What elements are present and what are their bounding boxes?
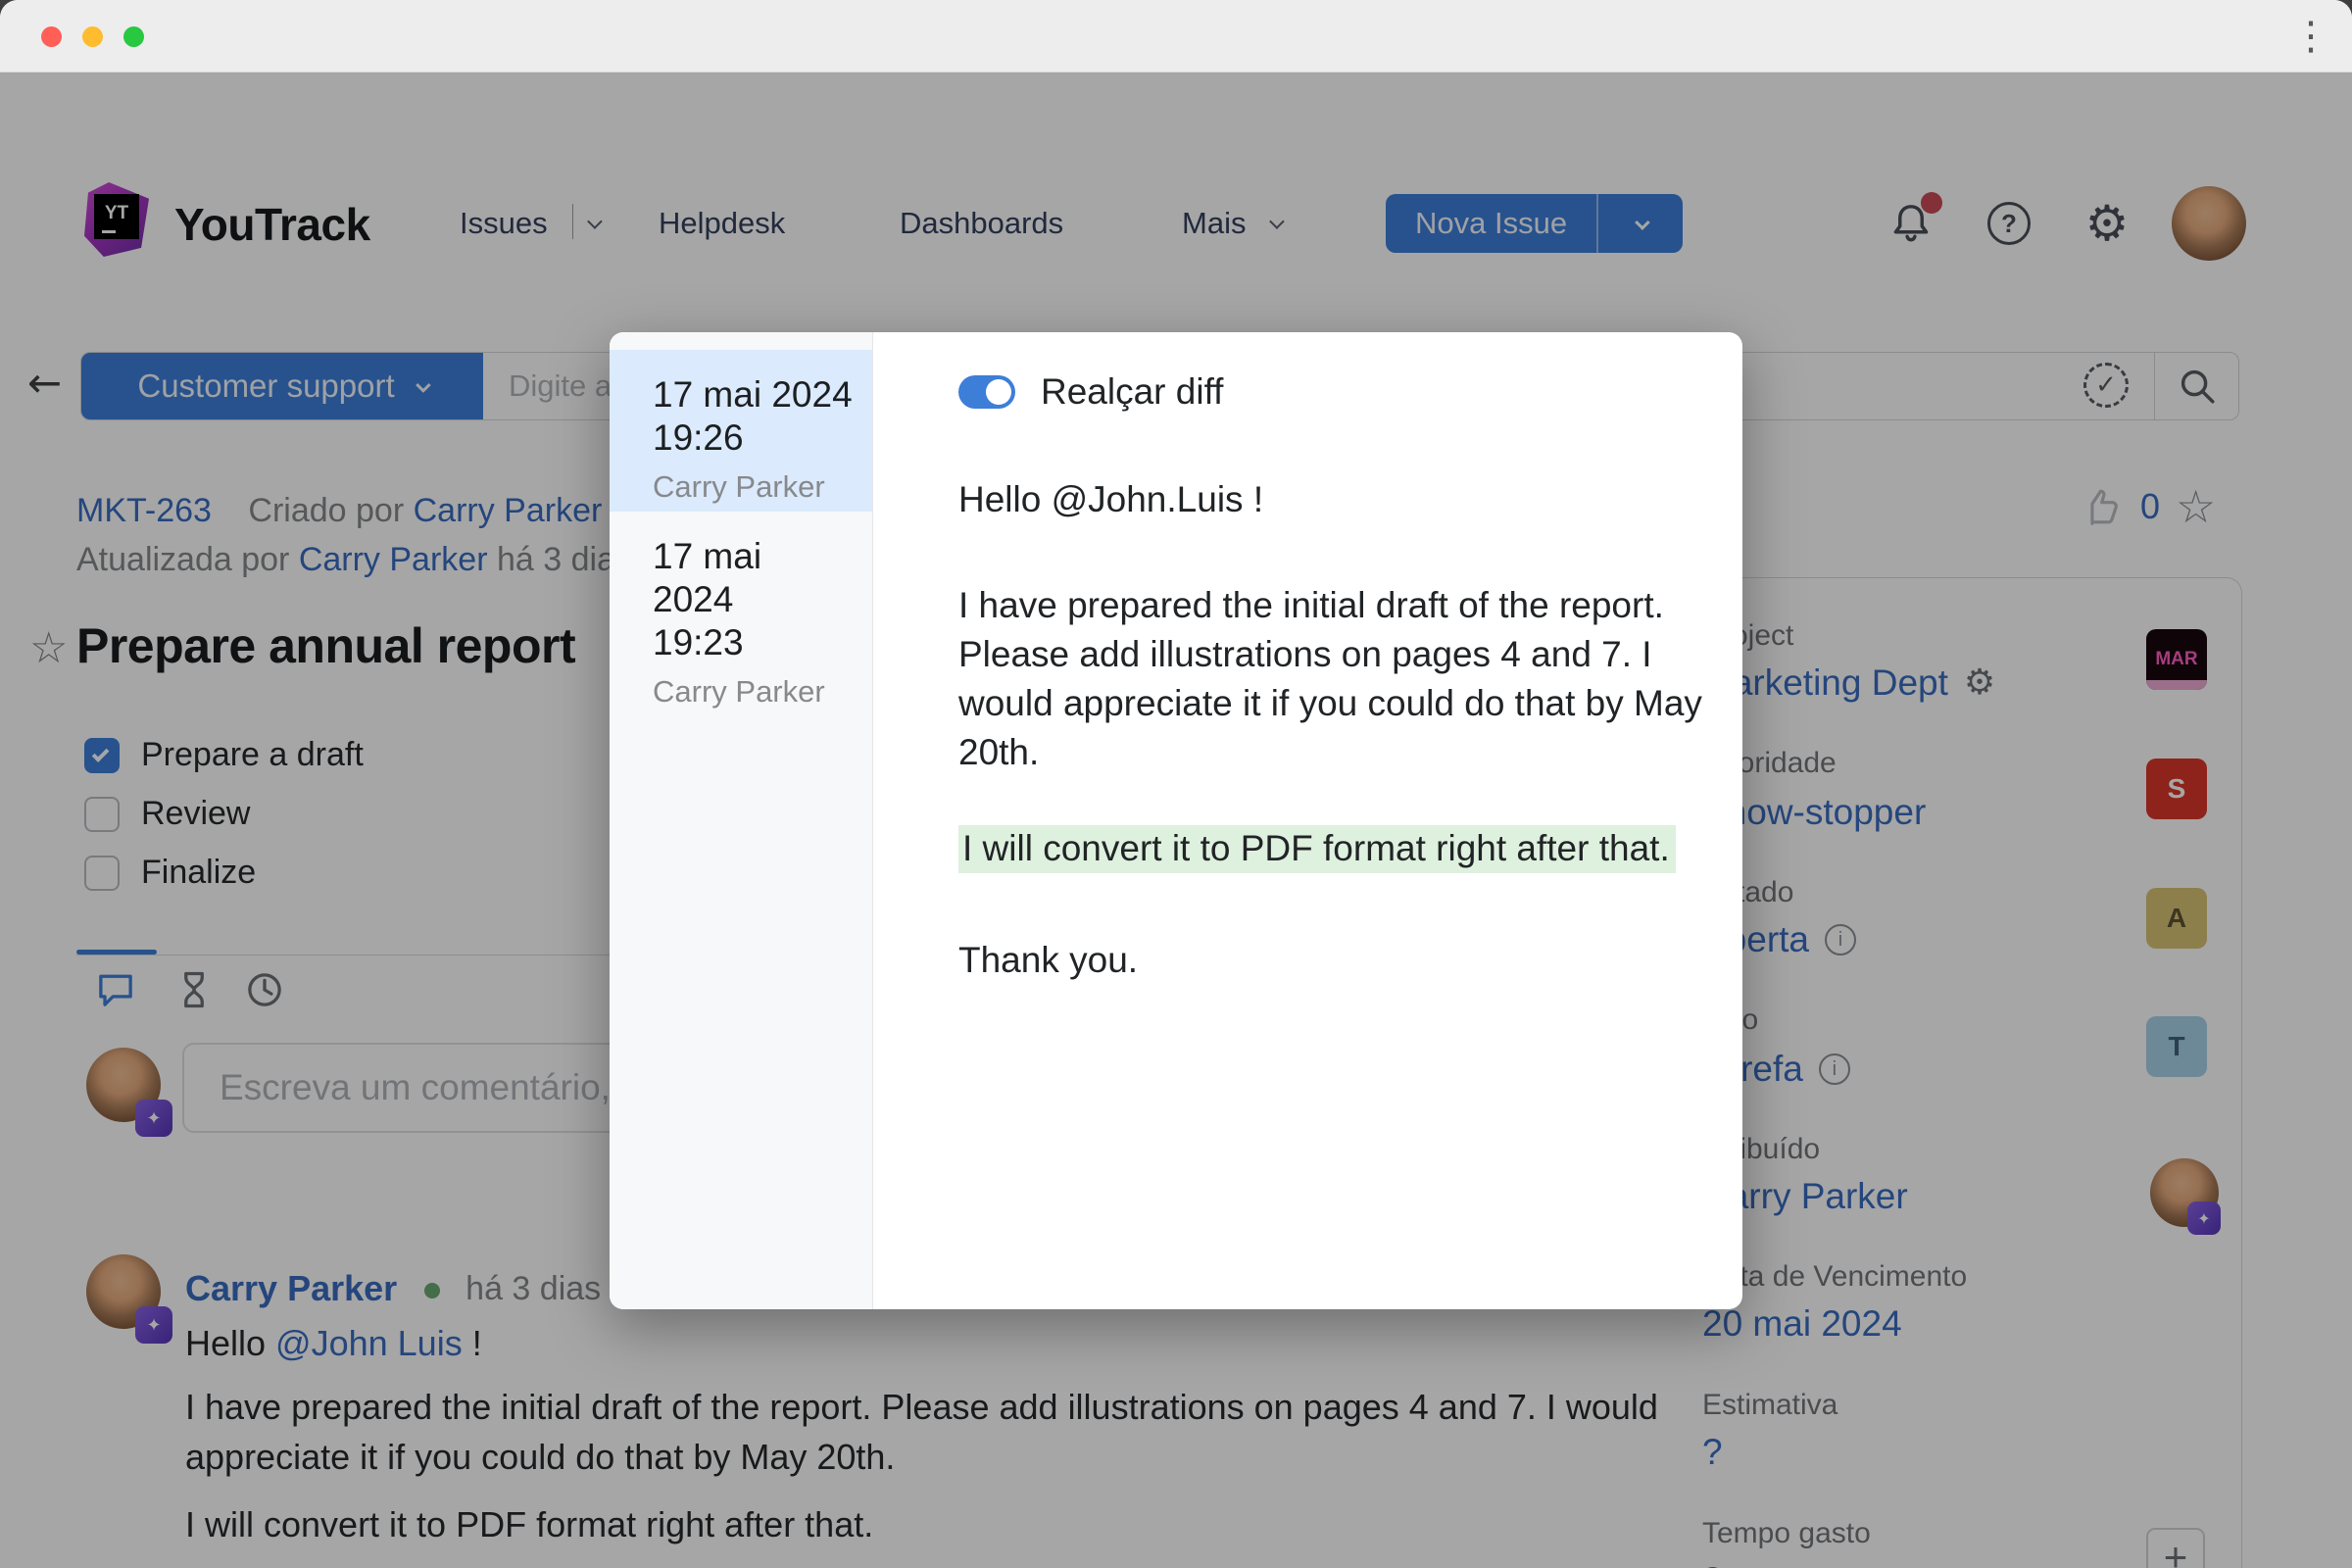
preview-paragraph: I have prepared the initial draft of the… — [958, 581, 1703, 777]
kebab-menu-icon[interactable]: ⋮ — [2291, 14, 2330, 59]
version-date: 17 mai 2024 — [653, 373, 855, 416]
version-date: 17 mai — [653, 535, 855, 578]
minimize-window-button[interactable] — [82, 26, 103, 47]
preview-added-paragraph: I will convert it to PDF format right af… — [958, 822, 1703, 875]
diff-added-highlight: I will convert it to PDF format right af… — [958, 825, 1676, 873]
window-titlebar: ⋮ — [0, 0, 2352, 73]
version-item-selected[interactable]: 17 mai 2024 19:26 Carry Parker — [610, 350, 872, 512]
close-window-button[interactable] — [41, 26, 62, 47]
version-item[interactable]: 17 mai 2024 19:23 Carry Parker — [610, 512, 872, 710]
comment-history-modal: 17 mai 2024 19:26 Carry Parker 17 mai 20… — [610, 332, 1742, 1309]
version-author: Carry Parker — [653, 674, 855, 710]
highlight-diff-toggle[interactable] — [958, 375, 1015, 409]
preview-greeting: Hello @John.Luis ! — [958, 479, 1703, 520]
version-time: 19:26 — [653, 416, 855, 460]
version-list: 17 mai 2024 19:26 Carry Parker 17 mai 20… — [610, 332, 873, 1309]
app-window: ⋮ YT YouTrack Issues Helpdesk Dashboards… — [0, 0, 2352, 1568]
version-date: 2024 — [653, 578, 855, 621]
version-author: Carry Parker — [653, 469, 855, 505]
diff-toggle-row: Realçar diff — [958, 375, 1703, 409]
toggle-knob — [986, 379, 1011, 405]
version-preview: Realçar diff Hello @John.Luis ! I have p… — [873, 332, 1742, 1309]
version-time: 19:23 — [653, 621, 855, 664]
preview-closing: Thank you. — [958, 940, 1703, 981]
zoom-window-button[interactable] — [123, 26, 144, 47]
toggle-label: Realçar diff — [1041, 371, 1223, 413]
